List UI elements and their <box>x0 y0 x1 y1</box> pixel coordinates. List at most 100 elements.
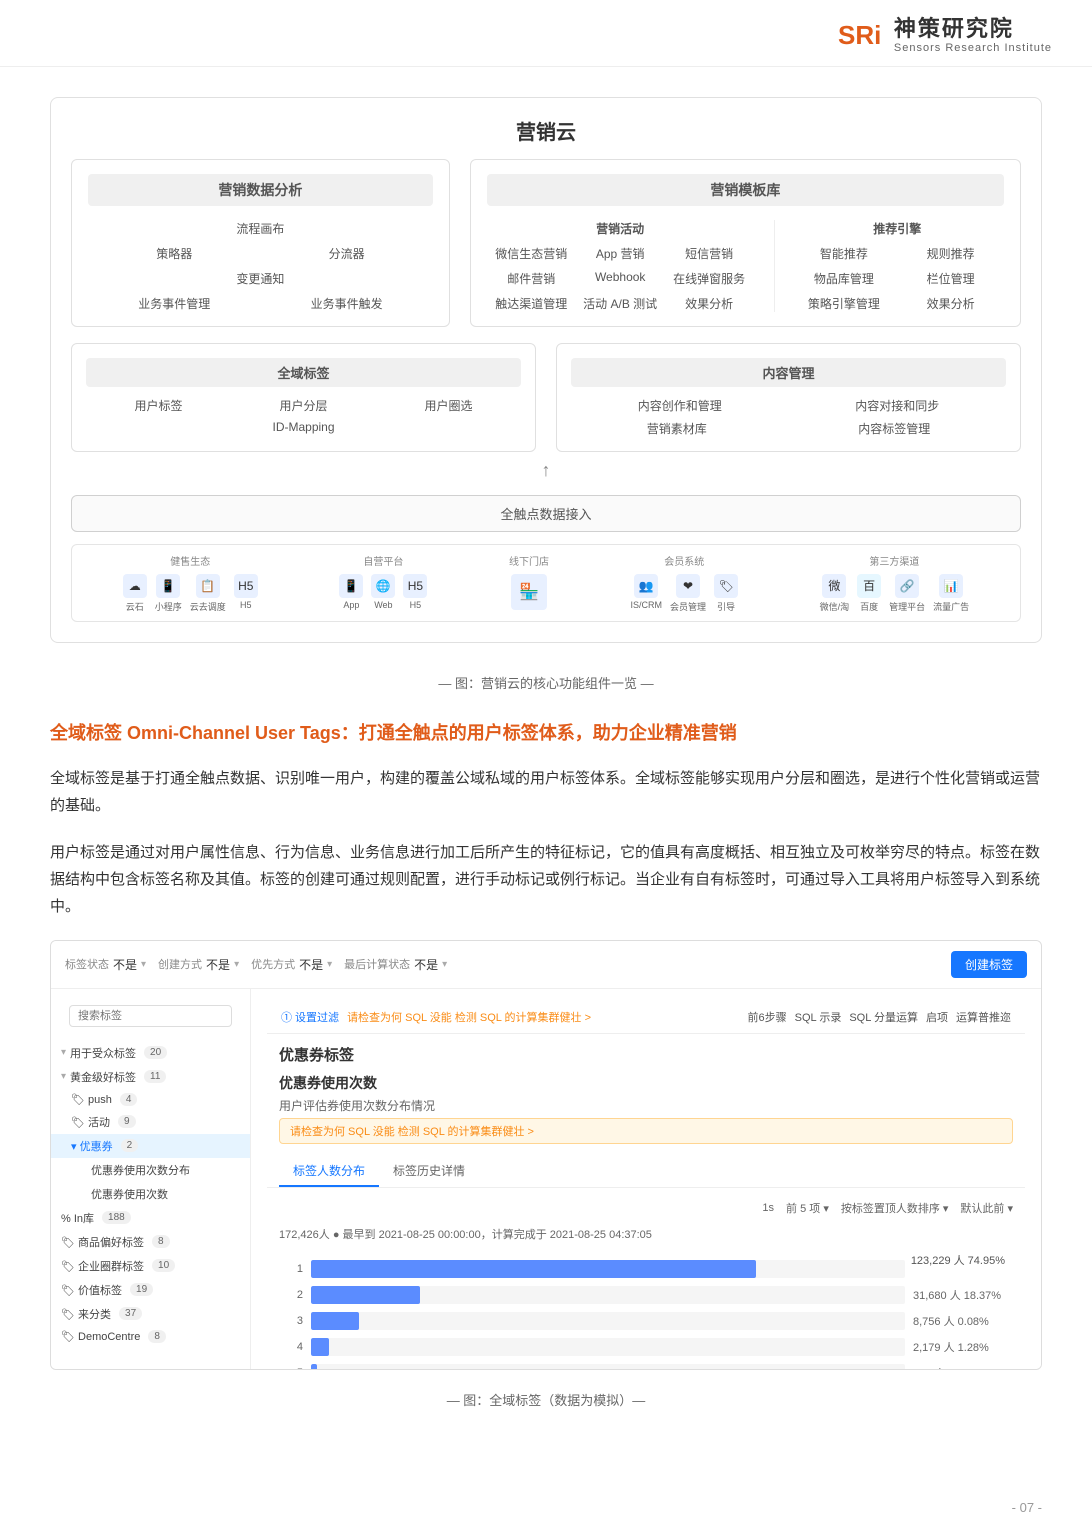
mc-btwo-row: 营销素材库 内容标签管理 <box>571 420 1006 437</box>
sidebar-item-activity[interactable]: 🏷 活动 9 <box>51 1110 250 1134</box>
marketing-cloud-title: 营销云 <box>51 98 1041 159</box>
sidebar-item-enterprise-circle[interactable]: 🏷 企业圈群标签 10 <box>51 1254 250 1278</box>
sidebar-item-coupon-dist[interactable]: 优惠券使用次数分布 <box>51 1158 250 1182</box>
mc-activities-title: 营销活动 <box>487 220 754 237</box>
chart-row-3: 3 8,756 人 0.08% <box>279 1312 1013 1330</box>
sidebar-item-unclassified[interactable]: 🏷 来分类 37 <box>51 1302 250 1326</box>
mc-template-row: 触达渠道管理 活动 A/B 测试 效果分析 <box>487 295 754 312</box>
mc-item-slot-mgmt: 栏位管理 <box>897 270 1004 287</box>
mc-own-buttons: 📱 App 🌐 Web H5 H5 <box>339 574 427 610</box>
mc-analytics-box: 营销数据分析 流程画布 策略器 分流器 变更通知 业务事件管理 业务事件触发 <box>71 159 450 327</box>
coupon-tag-desc: 用户评估券使用次数分布情况 <box>279 1097 1013 1114</box>
tag-filter-status[interactable]: 标签状态 不是 ▾ <box>65 956 146 973</box>
chart-bar-2-container <box>311 1286 905 1304</box>
chart-bar-1 <box>311 1260 756 1278</box>
sidebar-item-push[interactable]: 🏷 push 4 <box>51 1089 250 1110</box>
mc-icon-btn-member-mgmt: ❤ 会员管理 <box>670 574 706 613</box>
tab-history[interactable]: 标签历史详情 <box>379 1156 479 1187</box>
expand-icon-2: ▾ <box>61 1071 66 1082</box>
mc-icon-h5: H5 <box>234 574 258 598</box>
mc-member-label: 会员系统 <box>664 553 704 568</box>
mc-item-content-sync: 内容对接和同步 <box>855 397 939 414</box>
mc-icon-btn-dispatch: 📋 云去调度 <box>190 574 226 613</box>
sidebar-item-product-pref[interactable]: 🏷 商品偏好标签 8 <box>51 1230 250 1254</box>
mc-btwo-row: 用户标签 用户分层 用户圈选 <box>86 397 521 414</box>
sql-warning-link[interactable]: 请检查为何 SQL 没能 检测 SQL 的计算集群健壮 > <box>347 1009 591 1025</box>
mc-icon-btn-cloud: ☁ 云石 <box>123 574 147 613</box>
mc-marketing-activities: 营销活动 微信生态营销 App 营销 短信营销 邮件营销 Webhook 在线弹… <box>487 220 754 312</box>
mc-icon-btn-guide: 🏷 引导 <box>714 574 738 613</box>
svg-text:SRi: SRi <box>838 20 881 50</box>
tag-sidebar: ▾ 用于受众标签 20 ▾ 黄金级好标签 11 🏷 push 4 🏷 活动 9 <box>51 989 251 1369</box>
mc-icon-section-member: 会员系统 👥 IS/CRM ❤ 会员管理 🏷 引导 <box>631 553 739 613</box>
sidebar-item-coupon-count[interactable]: 优惠券使用次数 <box>51 1182 250 1206</box>
sidebar-item-in-lib[interactable]: % In库 188 <box>51 1206 250 1230</box>
chart-bar-1-container <box>311 1260 905 1278</box>
tag-right-stat: 123,229 人 74.95% <box>911 1252 1005 1268</box>
logo-text: 神策研究院 Sensors Research Institute <box>894 16 1052 56</box>
mc-item-ab-test: 活动 A/B 测试 <box>576 295 665 312</box>
tag-search-input[interactable] <box>69 1005 232 1027</box>
mc-activities-grid: 微信生态营销 App 营销 短信营销 邮件营销 Webhook 在线弹窗服务 触… <box>487 245 754 312</box>
mc-icon-baidu: 百 <box>857 574 881 598</box>
body-text-1: 全域标签是基于打通全触点数据、识别唯一用户，构建的覆盖公域私域的用户标签体系。全… <box>50 765 1042 819</box>
tag-search-container <box>59 999 242 1033</box>
mc-item-biz-event-mgmt: 业务事件管理 <box>138 295 210 312</box>
mc-item-channel-mgmt: 触达渠道管理 <box>487 295 576 312</box>
mc-icon-mgmt-platform: 🔗 <box>895 574 919 598</box>
chart-bar-3 <box>311 1312 359 1330</box>
tag-create-button[interactable]: 创建标签 <box>951 951 1027 978</box>
chart-row-1: 1 <box>279 1260 1013 1278</box>
mc-icon-crm: 👥 <box>634 574 658 598</box>
mc-template-row: 微信生态营销 App 营销 短信营销 <box>487 245 754 262</box>
mc-omni-tags-box: 全域标签 用户标签 用户分层 用户圈选 ID-Mapping <box>71 343 536 452</box>
mc-analytics-row: 策略器 分流器 <box>88 245 433 262</box>
sidebar-item-coupon[interactable]: ▾ 优惠券 2 <box>51 1134 250 1158</box>
mc-integration-label: 全触点数据接入 <box>500 504 591 523</box>
mc-icon-btn-baidu: 百 百度 <box>857 574 881 613</box>
sidebar-item-gold-tags[interactable]: ▾ 黄金级好标签 11 <box>51 1065 250 1089</box>
sidebar-item-value-tags[interactable]: 🏷 价值标签 19 <box>51 1278 250 1302</box>
mc-ecosystem-label: 健售生态 <box>170 553 210 568</box>
filter-setup-label: ① 设置过滤 <box>281 1009 339 1025</box>
mc-btwo-row: 内容创作和管理 内容对接和同步 <box>571 397 1006 414</box>
sidebar-item-audience-tags[interactable]: ▾ 用于受众标签 20 <box>51 1041 250 1065</box>
mc-icon-ads: 📊 <box>939 574 963 598</box>
mc-recommendation: 推荐引擎 智能推荐 规则推荐 物品库管理 栏位管理 策略引擎管理 <box>774 220 1004 312</box>
coupon-tag-title: 优惠券标签 <box>279 1044 1013 1065</box>
mc-item-content-tag: 内容标签管理 <box>858 420 930 437</box>
chart-row-2: 2 31,680 人 18.37% <box>279 1286 1013 1304</box>
mc-store-buttons: 🏪 <box>511 574 547 610</box>
mc-icon-store: 🏪 <box>511 574 547 610</box>
tag-filter-create-method[interactable]: 创建方式 不是 ▾ <box>158 956 239 973</box>
chart-row-5: 5 189 人 0.09% <box>279 1364 1013 1369</box>
page-number: - 07 - <box>1012 1500 1042 1515</box>
chart-bar-4 <box>311 1338 329 1356</box>
chart-bar-2 <box>311 1286 420 1304</box>
tag-filter-calc-status[interactable]: 最后计算状态 不是 ▾ <box>344 956 447 973</box>
mc-item-strategy-engine: 策略引擎管理 <box>791 295 898 312</box>
mc-item-flow: 流程画布 <box>236 220 284 237</box>
sidebar-item-democentre[interactable]: 🏷 DemoCentre 8 <box>51 1326 250 1347</box>
filter-top-options: 前6步骤 SQL 示录 SQL 分量运算 启项 运算普推迩 <box>748 1009 1011 1025</box>
mc-bottom-icons: 健售生态 ☁ 云石 📱 小程序 📋 云去调度 H5 <box>71 544 1021 622</box>
tab-user-distribution[interactable]: 标签人数分布 <box>279 1156 379 1187</box>
tag-filter-priority[interactable]: 优先方式 不是 ▾ <box>251 956 332 973</box>
caption-1: — 图：营销云的核心功能组件一览 — <box>50 673 1042 692</box>
mc-icon-wechat-tao: 微 <box>822 574 846 598</box>
mc-icon-section-store: 线下门店 🏪 <box>509 553 549 613</box>
mc-icon-btn-h5: H5 H5 <box>234 574 258 613</box>
mc-analytics-title: 营销数据分析 <box>88 174 433 206</box>
logo-area: SRi 神策研究院 Sensors Research Institute <box>834 16 1052 56</box>
marketing-cloud-box: 营销云 营销数据分析 流程画布 策略器 分流器 变更通知 <box>50 97 1042 643</box>
tag-bar-chart: 1 2 31,680 人 18.37% <box>279 1252 1013 1369</box>
mc-item-item-lib: 物品库管理 <box>791 270 898 287</box>
mc-item-content-create: 内容创作和管理 <box>638 397 722 414</box>
mc-item-smart-rec: 智能推荐 <box>791 245 898 262</box>
coupon-warning[interactable]: 请检查为何 SQL 没能 检测 SQL 的计算集群健壮 > <box>279 1118 1013 1144</box>
mc-analytics-row: 变更通知 <box>88 270 433 287</box>
mc-item-change-notify: 变更通知 <box>236 270 284 287</box>
mc-icon-miniapp: 📱 <box>156 574 180 598</box>
mc-content-mgmt-title: 内容管理 <box>571 358 1006 387</box>
mc-integration-bar: 全触点数据接入 <box>71 495 1021 532</box>
